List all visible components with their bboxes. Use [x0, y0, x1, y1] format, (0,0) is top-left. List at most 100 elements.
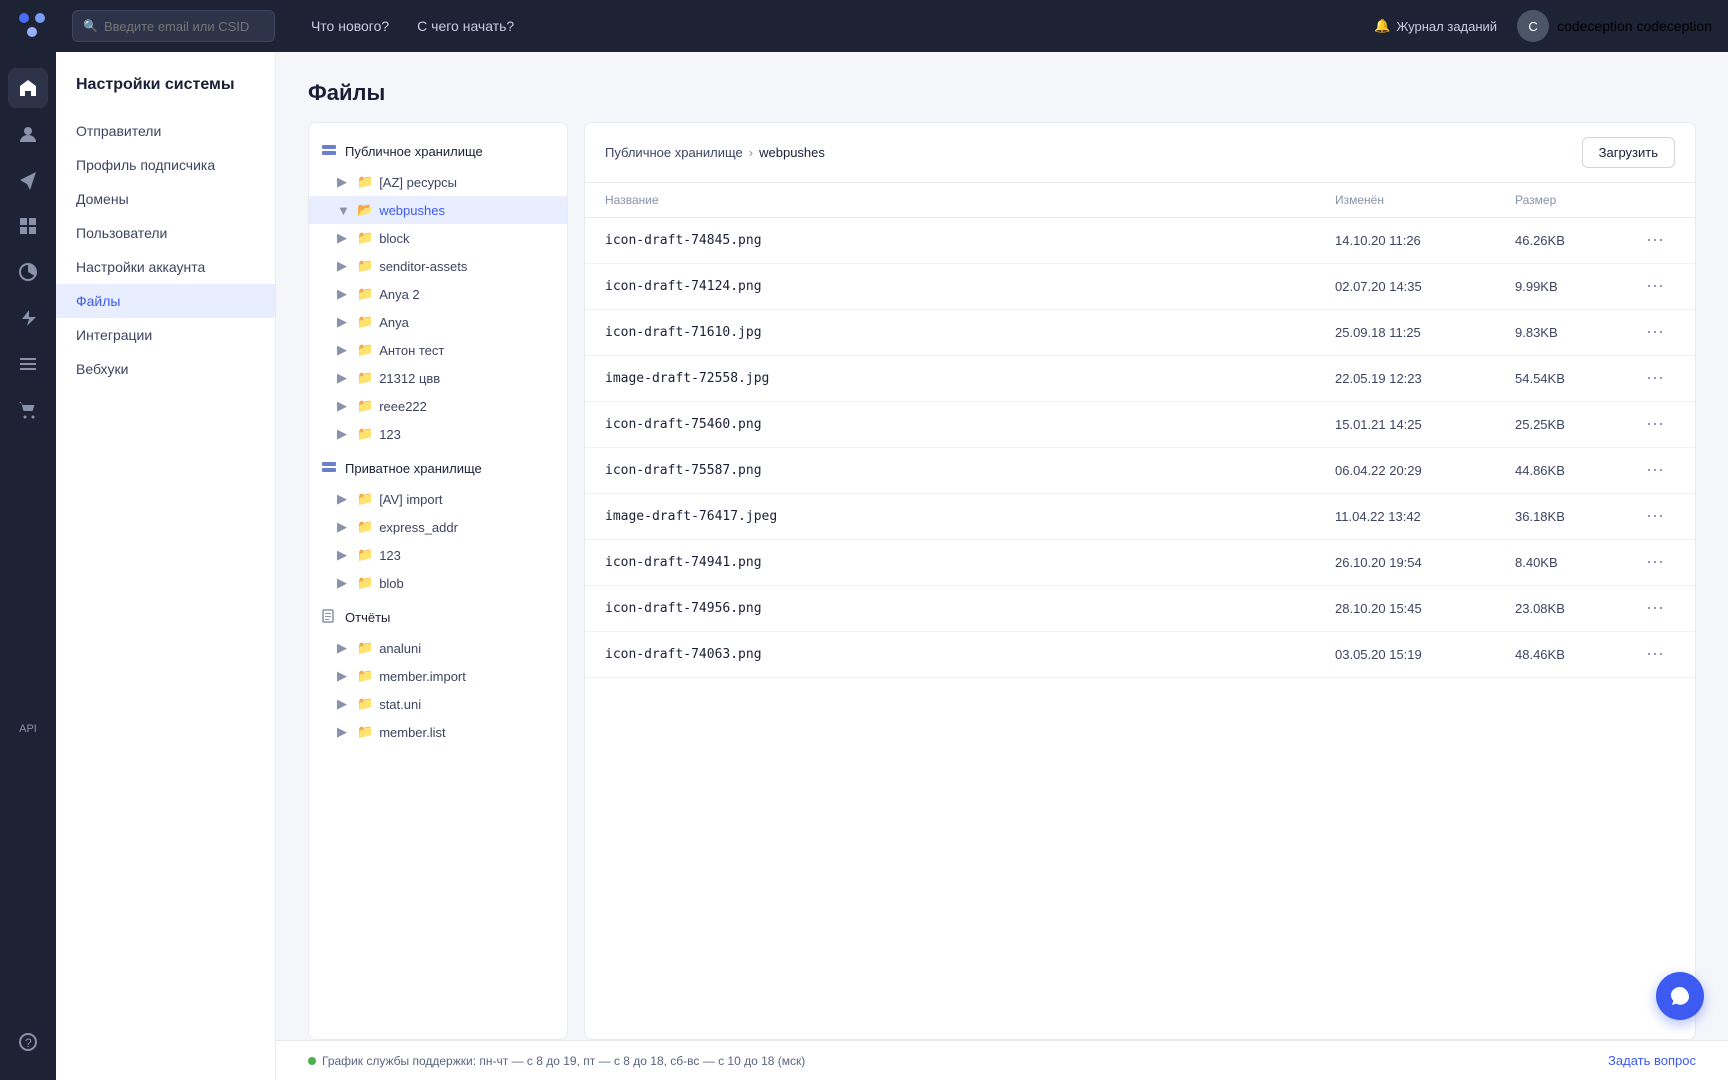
search-box[interactable]: 🔍 — [72, 10, 275, 42]
api-label: API — [19, 715, 37, 739]
file-size: 9.83KB — [1515, 325, 1635, 340]
nav-getting-started[interactable]: С чего начать? — [405, 12, 526, 40]
file-date: 02.07.20 14:35 — [1335, 279, 1515, 294]
file-menu-button[interactable]: ⋯ — [1635, 414, 1675, 435]
file-rows: icon-draft-74845.png 14.10.20 11:26 46.2… — [585, 218, 1695, 678]
reports-icon — [321, 608, 337, 627]
file-name: icon-draft-75587.png — [605, 463, 1335, 478]
reports-header[interactable]: Отчёты — [309, 601, 567, 634]
file-date: 25.09.18 11:25 — [1335, 325, 1515, 340]
file-date: 03.05.20 15:19 — [1335, 647, 1515, 662]
folder-icon: 📁 — [357, 491, 373, 507]
file-menu-button[interactable]: ⋯ — [1635, 552, 1675, 573]
table-row[interactable]: icon-draft-74124.png 02.07.20 14:35 9.99… — [585, 264, 1695, 310]
tree-folder-analuni[interactable]: ▶ 📁 analuni — [309, 634, 567, 662]
tree-folder-stat-uni[interactable]: ▶ 📁 stat.uni — [309, 690, 567, 718]
journal-button[interactable]: 🔔 Журнал заданий — [1374, 18, 1497, 34]
tree-folder-21312[interactable]: ▶ 📁 21312 цвв — [309, 364, 567, 392]
tree-folder-123-private[interactable]: ▶ 📁 123 — [309, 541, 567, 569]
file-menu-button[interactable]: ⋯ — [1635, 598, 1675, 619]
sidebar-icon-list[interactable] — [8, 344, 48, 384]
footer-status: График службы поддержки: пн-чт — с 8 до … — [308, 1054, 805, 1068]
chevron-icon: ▶ — [337, 519, 351, 535]
sidebar-icon-chart[interactable] — [8, 252, 48, 292]
table-row[interactable]: icon-draft-74956.png 28.10.20 15:45 23.0… — [585, 586, 1695, 632]
tree-folder-block[interactable]: ▶ 📁 block — [309, 224, 567, 252]
sidebar-icon-cart[interactable] — [8, 390, 48, 430]
private-storage-header[interactable]: Приватное хранилище — [309, 452, 567, 485]
tree-folder-anton[interactable]: ▶ 📁 Антон тест — [309, 336, 567, 364]
nav-webhooks[interactable]: Вебхуки — [56, 352, 275, 386]
user-menu[interactable]: C codeception codeception — [1517, 10, 1712, 42]
tree-folder-blob[interactable]: ▶ 📁 blob — [309, 569, 567, 597]
avatar: C — [1517, 10, 1549, 42]
folder-icon: 📁 — [357, 640, 373, 656]
file-tree: Публичное хранилище ▶ 📁 [AZ] ресурсы ▼ 📂… — [308, 122, 568, 1040]
file-size: 25.25KB — [1515, 417, 1635, 432]
col-size: Размер — [1515, 193, 1635, 207]
table-row[interactable]: image-draft-72558.jpg 22.05.19 12:23 54.… — [585, 356, 1695, 402]
tree-folder-anya2[interactable]: ▶ 📁 Anya 2 — [309, 280, 567, 308]
file-name: icon-draft-74941.png — [605, 555, 1335, 570]
table-row[interactable]: icon-draft-75587.png 06.04.22 20:29 44.8… — [585, 448, 1695, 494]
folder-icon: 📁 — [357, 519, 373, 535]
nav-domains[interactable]: Домены — [56, 182, 275, 216]
tree-folder-reee222[interactable]: ▶ 📁 reee222 — [309, 392, 567, 420]
file-menu-button[interactable]: ⋯ — [1635, 276, 1675, 297]
nav-subscriber-profile[interactable]: Профиль подписчика — [56, 148, 275, 182]
file-menu-button[interactable]: ⋯ — [1635, 460, 1675, 481]
chevron-icon: ▶ — [337, 258, 351, 274]
sidebar-icon-help[interactable]: ? — [8, 1022, 48, 1062]
nav-whats-new[interactable]: Что нового? — [299, 12, 401, 40]
table-row[interactable]: icon-draft-71610.jpg 25.09.18 11:25 9.83… — [585, 310, 1695, 356]
tree-folder-webpushes[interactable]: ▼ 📂 webpushes — [309, 196, 567, 224]
file-menu-button[interactable]: ⋯ — [1635, 506, 1675, 527]
table-row[interactable]: image-draft-76417.jpeg 11.04.22 13:42 36… — [585, 494, 1695, 540]
sidebar-icon-contacts[interactable] — [8, 114, 48, 154]
chevron-icon: ▶ — [337, 398, 351, 414]
table-row[interactable]: icon-draft-74941.png 26.10.20 19:54 8.40… — [585, 540, 1695, 586]
tree-folder-member-list[interactable]: ▶ 📁 member.list — [309, 718, 567, 746]
search-input[interactable] — [104, 19, 264, 34]
file-name: icon-draft-74124.png — [605, 279, 1335, 294]
file-menu-button[interactable]: ⋯ — [1635, 368, 1675, 389]
private-storage-icon — [321, 459, 337, 478]
chat-button[interactable] — [1656, 972, 1704, 1020]
table-row[interactable]: icon-draft-75460.png 15.01.21 14:25 25.2… — [585, 402, 1695, 448]
breadcrumb-root[interactable]: Публичное хранилище — [605, 145, 743, 160]
file-menu-button[interactable]: ⋯ — [1635, 230, 1675, 251]
public-storage-header[interactable]: Публичное хранилище — [309, 135, 567, 168]
tree-folder-az-resursy[interactable]: ▶ 📁 [AZ] ресурсы — [309, 168, 567, 196]
nav-account-settings[interactable]: Настройки аккаунта — [56, 250, 275, 284]
nav-users[interactable]: Пользователи — [56, 216, 275, 250]
tree-folder-123-public[interactable]: ▶ 📁 123 — [309, 420, 567, 448]
topnav-right: 🔔 Журнал заданий C codeception codecepti… — [1374, 10, 1712, 42]
tree-folder-senditor[interactable]: ▶ 📁 senditor-assets — [309, 252, 567, 280]
ask-question-link[interactable]: Задать вопрос — [1608, 1053, 1696, 1068]
tree-folder-anya[interactable]: ▶ 📁 Anya — [309, 308, 567, 336]
table-row[interactable]: icon-draft-74063.png 03.05.20 15:19 48.4… — [585, 632, 1695, 678]
nav-senders[interactable]: Отправители — [56, 114, 275, 148]
content-body: Публичное хранилище ▶ 📁 [AZ] ресурсы ▼ 📂… — [276, 122, 1728, 1040]
file-menu-button[interactable]: ⋯ — [1635, 322, 1675, 343]
topnav-nav: Что нового? С чего начать? — [299, 12, 526, 40]
folder-icon: 📁 — [357, 342, 373, 358]
sidebar-icon-lightning[interactable] — [8, 298, 48, 338]
folder-icon: 📁 — [357, 724, 373, 740]
nav-integrations[interactable]: Интеграции — [56, 318, 275, 352]
tree-folder-express-addr[interactable]: ▶ 📁 express_addr — [309, 513, 567, 541]
sidebar-icon-home[interactable] — [8, 68, 48, 108]
sidebar-icon-grid[interactable] — [8, 206, 48, 246]
logo[interactable] — [16, 10, 48, 42]
tree-folder-member-import[interactable]: ▶ 📁 member.import — [309, 662, 567, 690]
table-row[interactable]: icon-draft-74845.png 14.10.20 11:26 46.2… — [585, 218, 1695, 264]
chevron-icon: ▶ — [337, 426, 351, 442]
tree-folder-av-import[interactable]: ▶ 📁 [AV] import — [309, 485, 567, 513]
file-size: 44.86KB — [1515, 463, 1635, 478]
file-menu-button[interactable]: ⋯ — [1635, 644, 1675, 665]
file-table-header: Название Изменён Размер — [585, 183, 1695, 218]
sidebar-icon-send[interactable] — [8, 160, 48, 200]
nav-files[interactable]: Файлы — [56, 284, 275, 318]
upload-button[interactable]: Загрузить — [1582, 137, 1675, 168]
folder-icon: 📁 — [357, 258, 373, 274]
